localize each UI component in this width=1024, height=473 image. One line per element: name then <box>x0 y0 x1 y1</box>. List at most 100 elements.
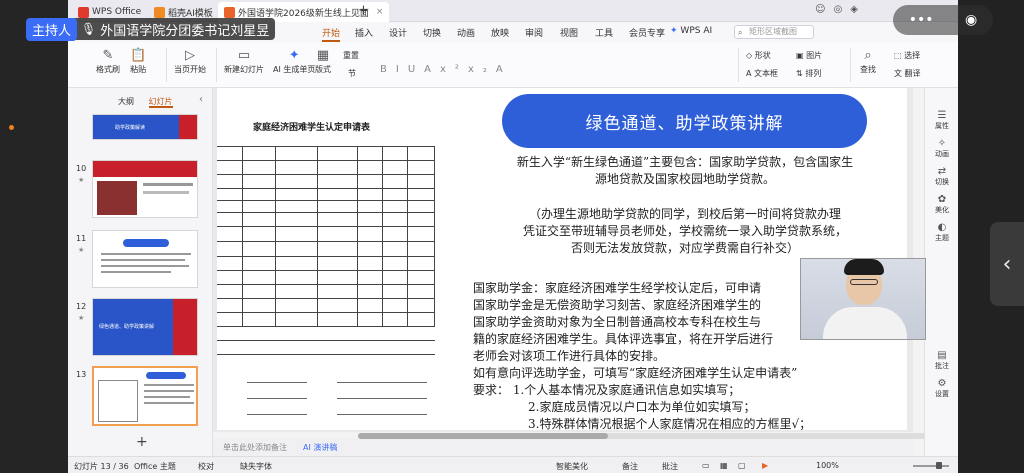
from-current-button[interactable]: ▷ 当页开始 <box>174 48 206 75</box>
skin-icon[interactable]: ◎ <box>834 4 843 15</box>
form-line <box>217 284 435 285</box>
close-tab-icon[interactable]: × <box>376 7 384 17</box>
shape-label: 形状 <box>754 51 771 60</box>
settings-button[interactable]: ⚙ 设置 <box>925 378 958 399</box>
beautify-button[interactable]: ✿ 美化 <box>925 194 958 215</box>
superscript-icon[interactable]: x² <box>440 64 468 75</box>
picture-button[interactable]: ▣ 图片 <box>796 50 822 61</box>
smile-icon[interactable]: ☺ <box>815 4 825 15</box>
menu-transition[interactable]: 切换 <box>423 26 441 39</box>
slide-thumbnail-13[interactable] <box>92 366 198 426</box>
ai-generate-button[interactable]: ✦ AI 生成单页 <box>273 48 315 75</box>
menu-insert[interactable]: 插入 <box>355 26 373 39</box>
shape-button[interactable]: ◇ 形状 <box>746 50 771 61</box>
translate-button[interactable]: 文 翻译 <box>894 68 921 79</box>
slide-thumbnail-10[interactable] <box>92 160 198 218</box>
tab-slides[interactable]: 幻灯片 <box>148 97 173 108</box>
comments-toggle[interactable]: 批注 <box>662 461 678 472</box>
play-slideshow-icon[interactable]: ▶ <box>762 461 768 470</box>
proof-button[interactable]: 校对 <box>198 461 214 472</box>
reset-button[interactable]: 重置 <box>343 50 359 61</box>
textbox-button[interactable]: A 文本框 <box>746 68 778 79</box>
new-slide-icon: ▭ <box>237 48 251 63</box>
slide-thumbnail-11[interactable] <box>92 230 198 288</box>
arrange-button[interactable]: ⇅ 排列 <box>796 68 821 79</box>
record-icon[interactable]: ◉ <box>965 12 977 28</box>
scroll-thumb[interactable] <box>358 433 608 439</box>
missing-font-button[interactable]: 缺失字体 <box>240 461 272 472</box>
format-painter-button[interactable]: ✎ 格式刷 <box>96 48 120 75</box>
form-vline <box>317 146 318 326</box>
bold-icon[interactable]: B <box>380 64 396 75</box>
tab-outline[interactable]: 大纲 <box>118 97 134 106</box>
cube-icon[interactable]: ◈ <box>850 4 858 15</box>
normal-view-icon[interactable]: ▭ <box>702 461 710 470</box>
smart-beautify-button[interactable]: 智能美化 <box>556 461 588 472</box>
collapse-panel-icon[interactable]: ‹ <box>199 94 203 105</box>
layout-button[interactable]: ▦ 版式 <box>315 48 331 75</box>
menu-tools[interactable]: 工具 <box>595 26 613 39</box>
comment-button[interactable]: ▤ 批注 <box>925 350 958 371</box>
menu-design[interactable]: 设计 <box>389 26 407 39</box>
slide-thumbnail-12[interactable]: 绿色通道、助学政策讲解 <box>92 298 198 356</box>
picture-icon: ▣ <box>796 51 807 60</box>
transition-button[interactable]: ⇄ 切换 <box>925 166 958 187</box>
new-slide-button[interactable]: ▭ 新建幻灯片 <box>224 48 264 75</box>
sorter-view-icon[interactable]: ▦ <box>720 461 728 470</box>
menu-view[interactable]: 视图 <box>560 26 578 39</box>
zoom-level[interactable]: 100% <box>816 461 839 470</box>
highlight-icon[interactable]: A <box>496 64 512 75</box>
paste-button[interactable]: 📋 粘贴 <box>130 48 146 75</box>
notes-bar: 单击此处添加备注 AI 演讲稿 <box>213 438 913 456</box>
text-color-icon[interactable]: A <box>424 64 440 75</box>
wps-presentation-app: WPS Office 稻壳AI模板 外国语学院2026级新生线上见面 × + ☺… <box>68 0 958 473</box>
notes-toggle[interactable]: 备注 <box>622 461 638 472</box>
zoom-slider-knob[interactable] <box>936 462 942 469</box>
theme-name[interactable]: Office 主题 <box>134 461 176 472</box>
zoom-slider[interactable] <box>913 465 949 467</box>
slide-number: 12 <box>76 302 87 311</box>
menu-review[interactable]: 审阅 <box>525 26 543 39</box>
slide-thumbnail-9[interactable]: 助学政策解读 <box>92 114 198 140</box>
theme-button[interactable]: ◐ 主题 <box>925 222 958 243</box>
menu-animation[interactable]: 动画 <box>457 26 475 39</box>
thumb-line <box>101 253 191 255</box>
property-button[interactable]: ☰ 属性 <box>925 110 958 131</box>
horizontal-scrollbar[interactable] <box>358 433 958 439</box>
italic-icon[interactable]: I <box>396 64 408 75</box>
notes-input[interactable]: 单击此处添加备注 <box>223 442 287 453</box>
reading-view-icon[interactable]: ▢ <box>738 461 746 470</box>
wps-ai-button[interactable]: ✦ WPS AI <box>670 26 712 36</box>
ribbon-toolbar: ✎ 格式刷 📋 粘贴 ▷ 当页开始 ▭ 新建幻灯片 ✦ AI 生成单页 ▦ 版式 重置 节 … <box>68 42 958 88</box>
search-input[interactable]: ⌕ 矩形区域截图 <box>734 25 814 39</box>
subscript-icon[interactable]: x₂ <box>468 64 496 75</box>
speaker-name: 外国语学院分团委书记刘星昱 <box>100 23 270 39</box>
menu-home[interactable]: 开始 <box>322 26 341 42</box>
menu-slideshow[interactable]: 放映 <box>491 26 509 39</box>
underline-icon[interactable]: U <box>408 64 424 75</box>
ppt-file-icon <box>224 6 235 18</box>
find-button[interactable]: ⌕ 查找 <box>860 48 876 75</box>
arrange-label: 排列 <box>805 69 822 78</box>
form-line <box>217 354 435 355</box>
add-slide-button[interactable]: + <box>136 434 148 450</box>
select-button[interactable]: ⬚ 选择 <box>894 50 920 61</box>
animation-button[interactable]: ✧ 动画 <box>925 138 958 159</box>
tab-label: WPS Office <box>92 7 142 17</box>
application-form-image <box>217 146 435 430</box>
menu-member[interactable]: 会员专享 <box>629 26 665 39</box>
section-button[interactable]: 节 <box>348 68 356 79</box>
paragraph-line: （办理生源地助学贷款的同学，到校后第一时间将贷款办理 <box>528 207 841 221</box>
more-icon[interactable]: ••• <box>909 12 934 28</box>
translate-icon: 文 <box>894 69 905 78</box>
form-vline <box>382 146 383 326</box>
thumb-line <box>144 402 194 404</box>
title-icons: ☺ ◎ ◈ <box>815 4 858 15</box>
paragraph-line: 国家助学金资助对象为全日制普通高校本专科在校生与 <box>473 315 762 329</box>
form-line <box>217 312 435 313</box>
video-glasses <box>850 279 878 285</box>
ai-speech-button[interactable]: AI 演讲稿 <box>303 442 337 453</box>
new-tab-icon[interactable]: + <box>358 3 369 18</box>
side-panel-toggle[interactable]: ‹ <box>990 222 1024 306</box>
form-line <box>217 188 435 189</box>
